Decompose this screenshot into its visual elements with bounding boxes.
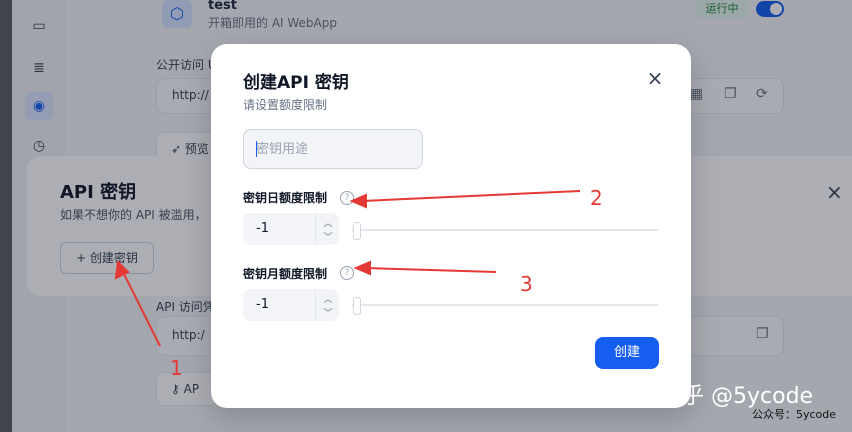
- annotation-3: 3: [520, 272, 533, 296]
- arrow-2-head: [349, 193, 367, 209]
- arrow-3-line: [365, 267, 497, 273]
- arrow-2-line: [361, 190, 581, 202]
- watermark-small: 公众号：5ycode: [752, 408, 837, 421]
- annotation-2: 2: [590, 186, 603, 210]
- arrow-1-head: [114, 259, 130, 280]
- arrow-1-line: [121, 269, 161, 347]
- annotation-1: 1: [170, 356, 183, 380]
- arrow-3-head: [353, 260, 371, 276]
- annotation-arrows: [114, 190, 581, 347]
